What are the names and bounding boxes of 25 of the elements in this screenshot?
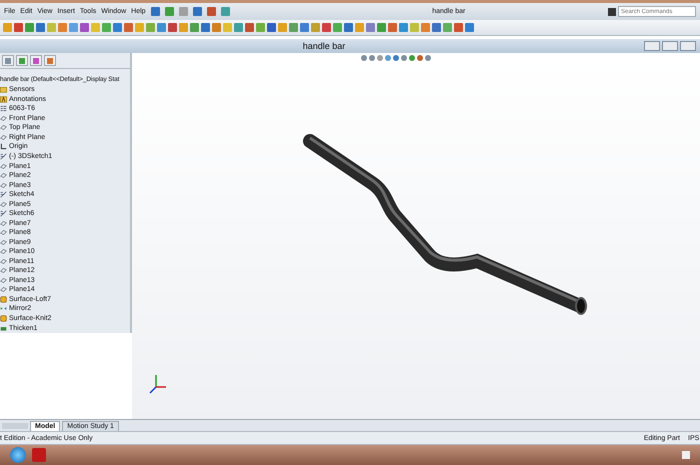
window-button[interactable] bbox=[680, 41, 696, 51]
app-taskbar-icon[interactable] bbox=[32, 448, 46, 462]
origin-icon bbox=[0, 143, 7, 150]
mirror-icon bbox=[0, 305, 7, 312]
axis-triad-icon bbox=[148, 373, 168, 395]
window-button[interactable] bbox=[644, 41, 660, 51]
document-title: handle bar bbox=[302, 41, 346, 51]
plane-icon bbox=[0, 200, 7, 208]
thicken-icon bbox=[0, 324, 7, 332]
panel-tab-icon[interactable] bbox=[16, 55, 28, 66]
sketch-icon bbox=[0, 152, 7, 160]
panel-tab-icon[interactable] bbox=[2, 55, 14, 66]
panel-tab-icon[interactable] bbox=[30, 55, 42, 66]
annotation-icon bbox=[0, 96, 7, 103]
surface-icon bbox=[0, 315, 7, 322]
surface-icon bbox=[0, 296, 7, 303]
sketch-icon bbox=[0, 210, 7, 218]
sketch-icon bbox=[0, 191, 7, 198]
folder-icon bbox=[0, 86, 7, 94]
start-orb-icon[interactable] bbox=[10, 447, 26, 463]
panel-tab-icon[interactable] bbox=[44, 55, 56, 66]
material-icon bbox=[0, 105, 7, 112]
command-icon bbox=[608, 8, 616, 16]
tab-scroll-icon[interactable] bbox=[2, 423, 28, 429]
window-button[interactable] bbox=[662, 41, 678, 51]
